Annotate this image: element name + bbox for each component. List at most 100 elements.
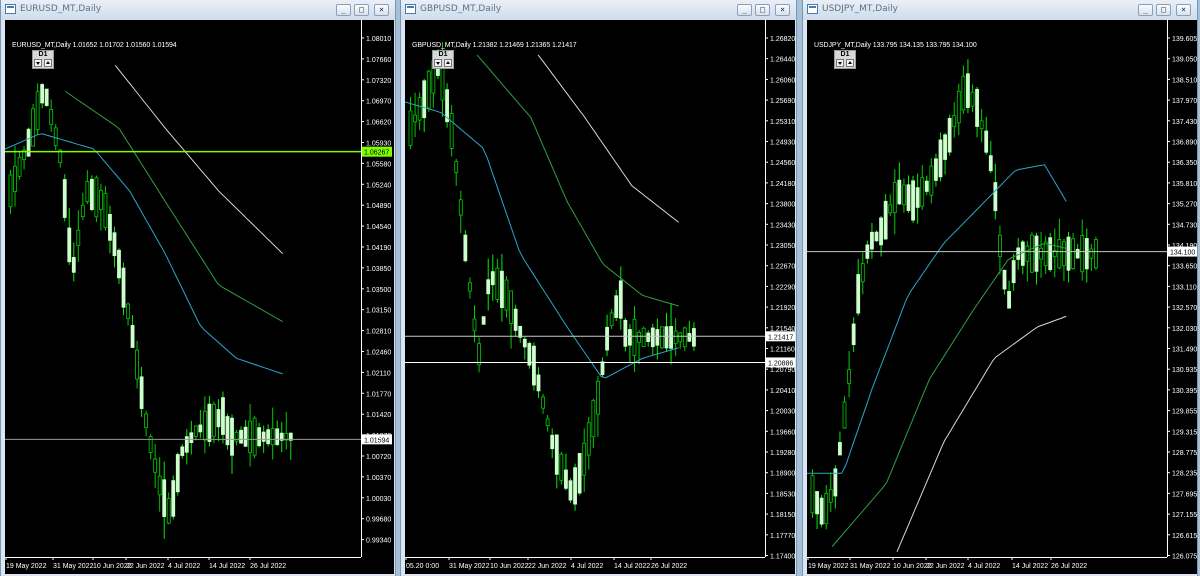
candle-body xyxy=(554,434,559,475)
candle-body xyxy=(828,489,833,503)
date-scale-label: 22 Jun 2022 xyxy=(126,563,165,570)
candle-body xyxy=(810,475,815,514)
date-scale-label: 19 May 2022 xyxy=(6,563,47,570)
period-down-arrow-icon[interactable] xyxy=(434,59,442,67)
price-scale-label: 1.23050 xyxy=(770,243,795,250)
maximize-button[interactable]: □ xyxy=(354,4,369,16)
price-scale-label: 132.030 xyxy=(1172,326,1197,333)
candle-body xyxy=(157,475,162,496)
candle-body xyxy=(600,361,605,376)
candle-body xyxy=(454,160,459,173)
period-up-arrow-icon[interactable] xyxy=(44,59,52,67)
price-scale-label: 130.395 xyxy=(1172,388,1197,395)
candle-body xyxy=(40,84,45,104)
price-scale-label: 127.155 xyxy=(1172,512,1197,519)
candle-body xyxy=(1016,247,1021,260)
close-button[interactable]: × xyxy=(775,4,790,16)
candle-body xyxy=(984,130,989,153)
minimize-button[interactable]: _ xyxy=(1138,4,1153,16)
window-titlebar[interactable]: GBPUSD_MT,Daily _ □ × xyxy=(401,0,796,20)
minimize-button[interactable]: _ xyxy=(336,4,351,16)
price-chart[interactable]: 1.062671.015941.080101.076601.073201.069… xyxy=(5,20,394,574)
candle-body xyxy=(202,410,207,441)
candle-body xyxy=(568,480,573,501)
chart-area[interactable]: 1.21417 1.20886 1.26820 1.26440 1.26060 1.256… xyxy=(405,20,795,574)
date-scale-label: 4 Jul 2022 xyxy=(168,563,200,570)
price-chart[interactable]: 134.100 139.605 139.050 138.510 137.970 137.4… xyxy=(807,20,1197,574)
candle-body xyxy=(422,80,427,119)
candle-body xyxy=(89,178,94,210)
price-scale-label: 129.855 xyxy=(1172,409,1197,416)
date-scale-label: 22 Jun 2022 xyxy=(528,563,567,570)
period-down-arrow-icon[interactable] xyxy=(34,59,42,67)
chart-window-usdjpy[interactable]: USDJPY_MT,Daily _ □ × 134.100 139.605 139.… xyxy=(802,0,1198,576)
candle-body xyxy=(673,330,678,344)
close-button[interactable]: × xyxy=(374,4,389,16)
timeframe-control[interactable]: D1 xyxy=(432,50,454,69)
period-up-arrow-icon[interactable] xyxy=(444,59,452,67)
period-up-arrow-icon[interactable] xyxy=(846,59,854,67)
price-scale-label: 1.19280 xyxy=(770,450,795,457)
candle-body xyxy=(458,199,463,216)
candle-body xyxy=(198,424,203,433)
price-scale-label: 1.05240 xyxy=(366,182,391,189)
candle-body xyxy=(261,431,266,442)
price-scale-label: 1.25690 xyxy=(770,98,795,105)
candle-body xyxy=(1062,241,1066,266)
date-scale-label: 14 Jul 2022 xyxy=(614,563,650,570)
candle-body xyxy=(692,328,696,347)
date-scale-label: 05.20 0:00 xyxy=(406,563,439,570)
candle-body xyxy=(1048,237,1053,271)
window-titlebar[interactable]: USDJPY_MT,Daily _ □ × xyxy=(803,0,1197,20)
timeframe-control[interactable]: D1 xyxy=(32,50,54,69)
candle-body xyxy=(94,177,99,218)
candle-body xyxy=(509,290,513,324)
minimize-button[interactable]: _ xyxy=(737,4,752,16)
candle-body xyxy=(35,91,40,130)
date-scale-label: 14 Jul 2022 xyxy=(1012,563,1048,570)
candle-body xyxy=(924,180,929,192)
price-scale-label: 1.20790 xyxy=(770,367,795,374)
candle-body xyxy=(495,267,500,300)
date-scale-label: 10 Jun 2022 xyxy=(490,563,529,570)
price-scale-label: 137.970 xyxy=(1172,98,1197,105)
price-scale-label: 1.25310 xyxy=(770,119,795,126)
window-title: USDJPY_MT,Daily xyxy=(822,4,899,14)
price-scale-label: 1.26820 xyxy=(770,36,795,43)
chart-area[interactable]: 134.100 139.605 139.050 138.510 137.970 137.4… xyxy=(807,20,1197,574)
timeframe-control[interactable]: D1 xyxy=(834,50,856,69)
price-scale-label: 1.00030 xyxy=(366,496,391,503)
candle-body xyxy=(257,427,262,447)
close-button[interactable]: × xyxy=(1176,4,1191,16)
chart-area[interactable]: 1.06267 1.01594 1.08010 1.07660 1.07320 1.069… xyxy=(5,20,394,574)
candle-body xyxy=(819,497,824,525)
chart-window-eurusd[interactable]: EURUSD_MT,Daily _ □ × 1.06267 1.01594 1.08… xyxy=(0,0,396,576)
price-chart[interactable]: 1.214171.208861.268201.264401.260601.256… xyxy=(405,20,795,574)
candle-body xyxy=(938,139,943,178)
date-scale-label: 4 Jul 2022 xyxy=(968,563,1000,570)
price-scale-label: 1.06970 xyxy=(366,99,391,106)
candle-body xyxy=(934,158,938,181)
maximize-button[interactable]: □ xyxy=(1156,4,1171,16)
candle-body xyxy=(225,416,230,446)
candle-body xyxy=(44,88,49,106)
candle-body xyxy=(961,75,966,111)
candle-body xyxy=(193,425,198,437)
price-scale-label: 1.00720 xyxy=(366,454,391,461)
date-scale-label: 19 May 2022 xyxy=(808,563,849,570)
price-scale-label: 1.17770 xyxy=(770,533,795,540)
date-scale-label: 26 Jul 2022 xyxy=(250,563,286,570)
window-titlebar[interactable]: EURUSD_MT,Daily _ □ × xyxy=(1,0,395,20)
date-scale-label: 14 Jul 2022 xyxy=(209,563,245,570)
period-down-arrow-icon[interactable] xyxy=(836,59,844,67)
price-scale-label: 1.05930 xyxy=(366,141,391,148)
maximize-button[interactable]: □ xyxy=(755,4,770,16)
price-scale-label: 139.605 xyxy=(1172,36,1197,43)
candle-body xyxy=(1089,248,1094,259)
price-scale-label: 1.19660 xyxy=(770,429,795,436)
price-scale-label: 137.430 xyxy=(1172,119,1197,126)
chart-window-gbpusd[interactable]: GBPUSD_MT,Daily _ □ × 1.21417 1.20886 1.26… xyxy=(400,0,797,576)
candle-body xyxy=(966,73,970,108)
price-scale-label: 1.17400 xyxy=(770,554,795,561)
price-scale-label: 1.04890 xyxy=(366,203,391,210)
